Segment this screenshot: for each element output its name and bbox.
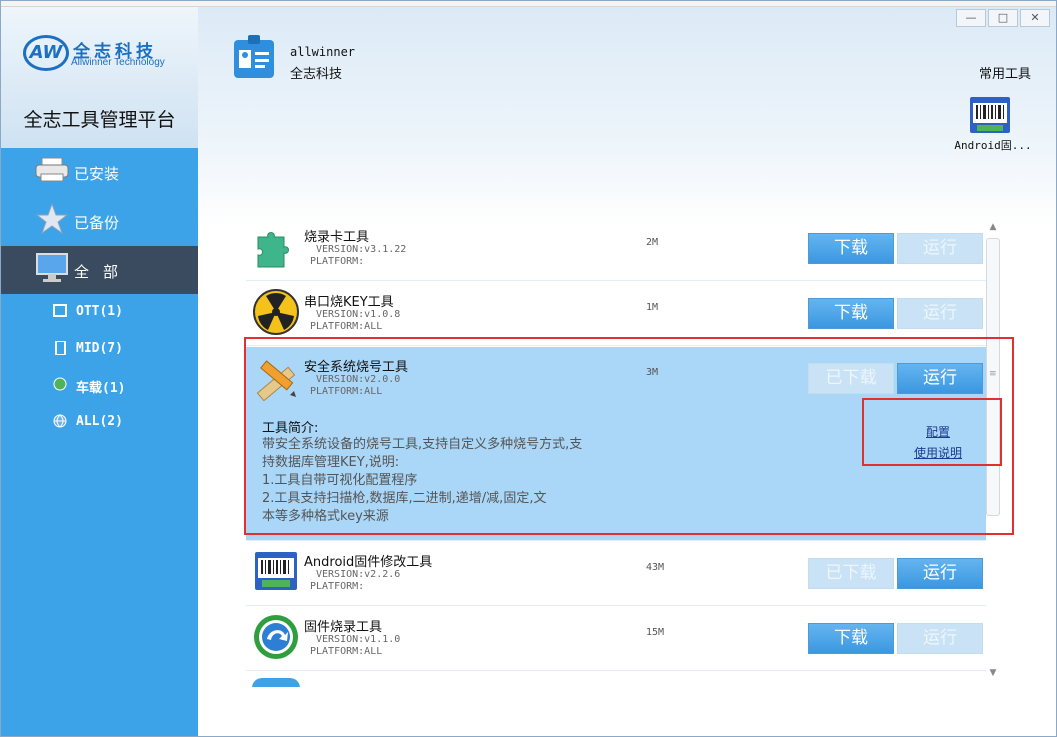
radiation-icon <box>252 288 300 336</box>
refresh-globe-icon <box>252 613 300 661</box>
tool-size: 1M <box>646 302 659 313</box>
quick-tool-label: Android固... <box>954 139 1032 152</box>
category-all[interactable]: ALL(2) <box>1 407 198 437</box>
globe-icon <box>53 414 69 430</box>
sidebar-header: AW 全志科技 Allwinner Technology 全志工具管理平台 <box>1 7 198 148</box>
puzzle-icon <box>252 223 300 271</box>
run-button: 运行 <box>897 623 983 654</box>
maximize-button[interactable]: □ <box>988 9 1018 27</box>
monitor-icon <box>35 252 69 284</box>
common-tools-label: 常用工具 <box>979 67 1032 82</box>
nav-item-label: 全部 <box>74 263 133 281</box>
company-badge-icon <box>231 34 277 84</box>
tool-name: 安全系统烧号工具 <box>304 360 409 375</box>
car-icon <box>53 377 69 393</box>
config-link[interactable]: 配置 <box>926 423 950 440</box>
pencil-ruler-icon <box>252 353 300 402</box>
sidebar: AW 全志科技 Allwinner Technology 全志工具管理平台 已安… <box>1 7 198 736</box>
barcode-icon <box>969 95 1011 137</box>
tool-size: 2M <box>646 237 659 248</box>
nav-item-label: 已备份 <box>74 214 120 232</box>
tool-row[interactable]: 固件烧录工具 VERSION:v1.1.0 PLATFORM:ALL 15M 下… <box>246 607 986 671</box>
scroll-thumb[interactable]: ≡ <box>986 238 1000 516</box>
tool-icon-partial <box>252 678 300 687</box>
description-line: 2.工具支持扫描枪,数据库,二进制,递增/减,固定,文 <box>262 491 547 506</box>
logo-mark: AW <box>23 35 69 71</box>
nav-item-backup[interactable]: 已备份 <box>1 197 198 245</box>
tool-row[interactable]: 烧录卡工具 VERSION:v3.1.22 PLATFORM: 2M 下载 运行 <box>246 217 986 281</box>
close-button[interactable]: ✕ <box>1020 9 1050 27</box>
grip-icon: ≡ <box>989 369 997 379</box>
star-icon <box>35 203 69 235</box>
tool-name: 串口烧KEY工具 <box>304 295 394 310</box>
tool-platform: PLATFORM:ALL <box>310 386 383 397</box>
tool-row[interactable]: 串口烧KEY工具 VERSION:v1.0.8 PLATFORM:ALL 1M … <box>246 282 986 346</box>
category-label: OTT(1) <box>76 304 123 319</box>
description-body: 带安全系统设备的烧号工具,支持自定义多种烧号方式,支 持数据库管理KEY,说明:… <box>262 436 607 526</box>
window-controls: — □ ✕ <box>956 9 1050 29</box>
category-mid[interactable]: MID(7) <box>1 334 198 364</box>
company-logo: AW 全志科技 Allwinner Technology <box>23 35 183 79</box>
tool-version: VERSION:v1.1.0 <box>316 634 401 645</box>
platform-title: 全志工具管理平台 <box>23 109 176 131</box>
tool-platform: PLATFORM: <box>310 256 365 267</box>
minimize-button[interactable]: — <box>956 9 986 27</box>
description-line: 持数据库管理KEY,说明: <box>262 455 400 470</box>
tool-name: 烧录卡工具 <box>304 230 370 245</box>
tool-list: 烧录卡工具 VERSION:v3.1.22 PLATFORM: 2M 下载 运行… <box>246 217 986 687</box>
printer-icon <box>35 154 69 186</box>
category-car[interactable]: 车载(1) <box>1 370 198 400</box>
tablet-icon <box>53 340 69 357</box>
category-label: 车载(1) <box>76 381 126 396</box>
scroll-up-icon[interactable]: ▲ <box>986 220 1000 234</box>
tool-version: VERSION:v1.0.8 <box>316 309 401 320</box>
tool-size: 3M <box>646 367 659 378</box>
quick-tool-android-firmware[interactable]: Android固... <box>950 95 1036 157</box>
tool-size: 15M <box>646 627 665 638</box>
barcode-icon <box>252 548 300 596</box>
tool-version: VERSION:v2.2.6 <box>316 569 401 580</box>
tool-version: VERSION:v3.1.22 <box>316 244 407 255</box>
description-title: 工具简介: <box>262 421 319 436</box>
scroll-down-icon[interactable]: ▼ <box>986 666 1000 680</box>
tool-name: Android固件修改工具 <box>304 555 433 570</box>
tool-platform: PLATFORM:ALL <box>310 321 383 332</box>
tool-row-partial[interactable] <box>246 672 986 687</box>
logo-text-en: Allwinner Technology <box>71 57 165 68</box>
app-window: AW 全志科技 Allwinner Technology 全志工具管理平台 已安… <box>0 0 1057 737</box>
run-button[interactable]: 运行 <box>897 363 983 394</box>
download-button[interactable]: 下载 <box>808 298 894 329</box>
run-button[interactable]: 运行 <box>897 558 983 589</box>
nav-item-label: 已安装 <box>74 165 120 183</box>
tv-icon <box>53 304 69 320</box>
downloaded-button: 已下载 <box>808 558 894 589</box>
company-name-en: allwinner <box>290 45 356 59</box>
company-name: 全志科技 <box>290 67 343 82</box>
downloaded-button: 已下载 <box>808 363 894 394</box>
tool-name: 固件烧录工具 <box>304 620 383 635</box>
nav-item-all[interactable]: 全部 <box>1 246 198 294</box>
category-label: MID(7) <box>76 341 123 356</box>
nav-item-installed[interactable]: 已安装 <box>1 148 198 196</box>
tool-platform: PLATFORM: <box>310 581 365 592</box>
tool-platform: PLATFORM:ALL <box>310 646 383 657</box>
tool-version: VERSION:v2.0.0 <box>316 374 401 385</box>
list-scrollbar[interactable]: ▲ ≡ ▼ <box>986 220 1000 680</box>
description-line: 1.工具自带可视化配置程序 <box>262 473 418 488</box>
category-ott[interactable]: OTT(1) <box>1 297 198 327</box>
description-line: 本等多种格式key来源 <box>262 509 389 524</box>
tool-row-expanded[interactable]: 安全系统烧号工具 VERSION:v2.0.0 PLATFORM:ALL 3M … <box>246 347 986 541</box>
download-button[interactable]: 下载 <box>808 233 894 264</box>
tool-row[interactable]: Android固件修改工具 VERSION:v2.2.6 PLATFORM: 4… <box>246 542 986 606</box>
run-button: 运行 <box>897 298 983 329</box>
run-button: 运行 <box>897 233 983 264</box>
download-button[interactable]: 下载 <box>808 623 894 654</box>
tool-size: 43M <box>646 562 665 573</box>
category-label: ALL(2) <box>76 414 123 429</box>
manual-link[interactable]: 使用说明 <box>914 444 962 461</box>
main-panel: — □ ✕ allwinner 全志科技 常用工具 Android固... 烧录… <box>198 7 1056 736</box>
description-line: 带安全系统设备的烧号工具,支持自定义多种烧号方式,支 <box>262 437 583 452</box>
